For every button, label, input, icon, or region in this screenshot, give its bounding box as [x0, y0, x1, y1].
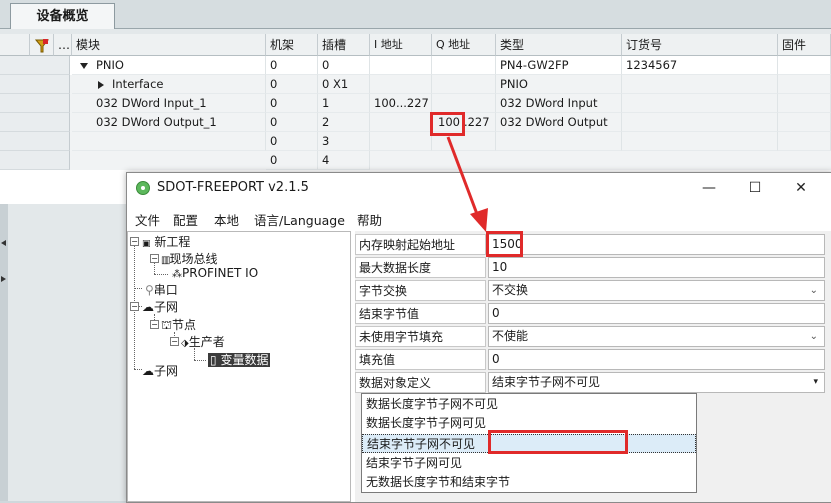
annotation-arrow-icon — [446, 136, 488, 232]
